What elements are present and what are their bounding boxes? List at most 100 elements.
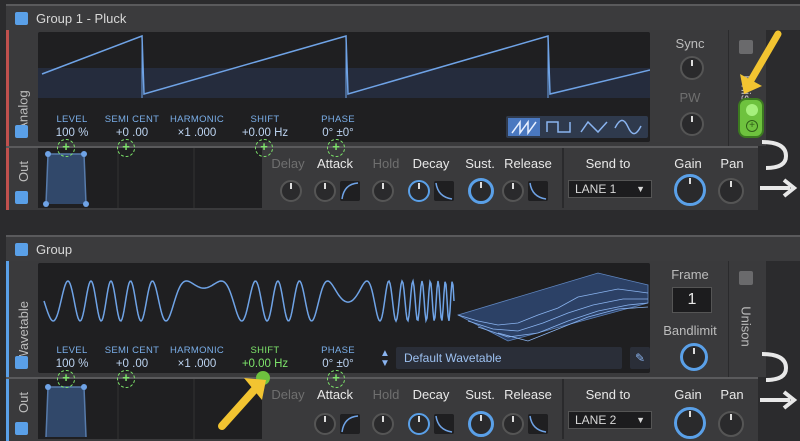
osc-enable-checkbox[interactable] [15,125,28,138]
edit-pencil-icon[interactable]: ✎ [630,347,650,369]
lane-dropdown[interactable]: LANE 1 ▼ [568,180,652,198]
unison-checkbox[interactable] [739,271,753,285]
out-enable-checkbox[interactable] [15,422,28,435]
saw-icon[interactable] [508,118,540,136]
pan-label: Pan [720,156,744,171]
out-side-strip: Out [6,148,38,210]
annotation-arrow-icon [218,378,266,430]
analog-oscillator-panel: Analog LEVEL 100 % SEMI CENT +0 .00 HARMON… [6,30,728,146]
group-header-1: Group 1 - Pluck [6,4,800,30]
mod-target-semi[interactable]: + [117,370,135,388]
attack-knob[interactable] [314,413,336,435]
attack-curve-icon[interactable] [340,181,360,201]
delay-label: Delay [271,387,305,402]
phase-param[interactable]: PHASE 0° ±0° [310,345,366,370]
phase-param[interactable]: PHASE 0° ±0° [310,114,366,139]
pan-knob[interactable] [718,411,744,437]
shift-param[interactable]: SHIFT +0.00 Hz [234,345,296,370]
mod-target-shift[interactable]: + [255,139,273,157]
waveform-display: LEVEL 100 % SEMI CENT +0 .00 HARMONIC ×1 .0… [38,32,650,142]
decay-curve-icon[interactable] [434,181,454,201]
group-header-2: Group [6,235,800,261]
osc-side-strip: Analog [6,30,38,146]
level-param[interactable]: LEVEL 100 % [44,345,100,370]
triangle-icon[interactable] [578,118,610,136]
group-enable-checkbox[interactable] [15,11,28,25]
decay-knob[interactable] [408,180,430,202]
attack-knob[interactable] [314,180,336,202]
semi-cent-param[interactable]: SEMI CENT +0 .00 [102,114,162,139]
delay-label: Delay [271,156,305,171]
out-side-strip: Out [6,379,38,441]
pw-knob[interactable] [680,112,704,136]
attack-label: Attack [316,156,354,171]
harmonic-param[interactable]: HARMONIC ×1 .000 [166,345,228,370]
sustain-label: Sust. [465,387,495,402]
modulation-source-button[interactable]: + [738,98,764,138]
frame-label: Frame [671,267,709,282]
square-icon[interactable] [544,118,576,136]
lane-value: LANE 1 [575,182,617,196]
lane-dropdown[interactable]: LANE 2 ▼ [568,411,652,429]
bandlimit-knob[interactable] [680,343,708,371]
unison-label: Unison [738,305,754,347]
group-title: Group 1 - Pluck [36,10,127,26]
hold-knob[interactable] [372,413,394,435]
wavetable-stepper-icon[interactable]: ▲ ▼ [378,349,392,371]
mod-target-level[interactable]: + [57,139,75,157]
envelope-graph[interactable] [38,148,262,208]
sustain-knob[interactable] [468,411,494,437]
release-knob[interactable] [502,180,524,202]
sync-pw-column: Sync PW [652,30,728,146]
out-panel-1: Out Delay Attack Hold Decay Sust. Releas… [6,146,758,210]
hold-label: Hold [372,387,400,402]
attack-curve-icon[interactable] [340,414,360,434]
routing-arrow-icon [760,352,798,410]
out-panel-2: Out Delay Attack Hold Decay Sust. Releas… [6,377,758,441]
decay-knob[interactable] [408,413,430,435]
sync-label: Sync [675,36,705,51]
sine-icon[interactable] [612,118,644,136]
gain-knob[interactable] [674,174,706,206]
pan-knob[interactable] [718,178,744,204]
release-knob[interactable] [502,413,524,435]
osc-enable-checkbox[interactable] [15,356,28,369]
osc-type-label: Wavetable [15,300,31,362]
sync-knob[interactable] [680,56,704,80]
sustain-knob[interactable] [468,178,494,204]
out-enable-checkbox[interactable] [15,191,28,204]
shift-param[interactable]: SHIFT +0.00 Hz [234,114,296,139]
group-title: Group [36,241,73,257]
mod-target-phase[interactable]: + [327,139,345,157]
gain-knob[interactable] [674,407,706,439]
waveform-selector [506,116,648,138]
release-curve-icon[interactable] [528,181,548,201]
chevron-down-icon: ▼ [636,415,645,425]
mod-target-semi[interactable]: + [117,139,135,157]
frame-value-field[interactable]: 1 [672,287,712,313]
wavetable-name-field[interactable]: Default Wavetable [396,347,622,369]
routing-arrow-icon [760,140,798,198]
semi-cent-param[interactable]: SEMI CENT +0 .00 [102,345,162,370]
harmonic-param[interactable]: HARMONIC ×1 .000 [166,114,228,139]
pan-label: Pan [720,387,744,402]
pw-label: PW [679,90,701,105]
out-label: Out [15,160,31,182]
chevron-down-icon: ▼ [636,184,645,194]
sustain-label: Sust. [465,156,495,171]
decay-curve-icon[interactable] [434,414,454,434]
delay-knob[interactable] [280,180,302,202]
release-curve-icon[interactable] [528,414,548,434]
release-label: Release [504,387,552,402]
gain-label: Gain [674,387,702,402]
hold-knob[interactable] [372,180,394,202]
osc-side-strip: Wavetable [6,261,38,377]
attack-label: Attack [316,387,354,402]
level-param[interactable]: LEVEL 100 % [44,114,100,139]
mod-target-phase[interactable]: + [327,370,345,388]
mod-target-level[interactable]: + [57,370,75,388]
hold-label: Hold [372,156,400,171]
wavetable-oscillator-panel: Wavetable LEVEL 100 % SEMI CENT +0 .00 HAR… [6,261,728,377]
group-enable-checkbox[interactable] [15,242,28,256]
decay-label: Decay [412,156,450,171]
